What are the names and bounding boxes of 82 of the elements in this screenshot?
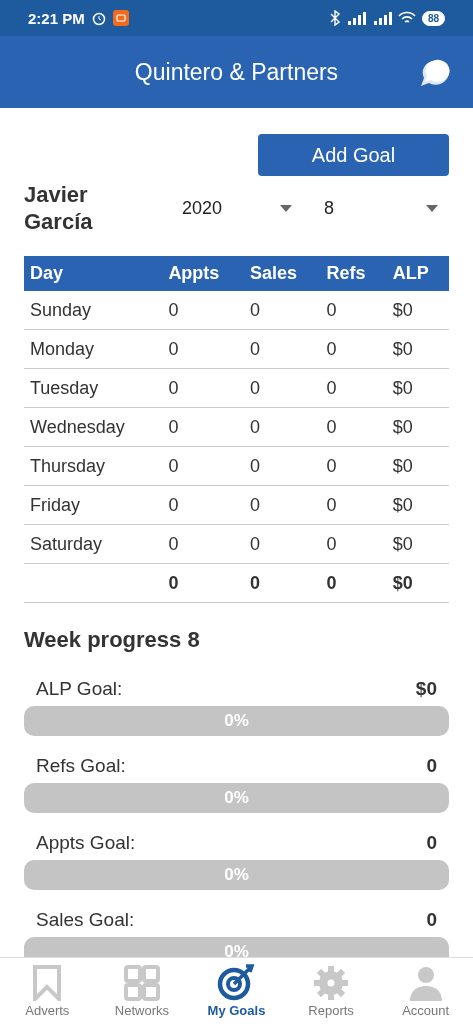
table-cell: $0	[386, 485, 449, 525]
week-select[interactable]: 8	[306, 197, 438, 219]
total-cell: 0	[244, 563, 321, 603]
signal-icon	[371, 11, 392, 25]
goal-value: 0	[426, 909, 437, 931]
column-header: ALP	[386, 256, 449, 291]
table-cell: 0	[320, 329, 387, 369]
table-cell: 0	[162, 329, 245, 369]
table-cell: 0	[244, 368, 321, 408]
gear-icon	[313, 965, 350, 1001]
table-cell: Thursday	[24, 446, 163, 486]
dropdown-caret-icon	[426, 204, 438, 212]
total-cell: $0	[386, 563, 449, 603]
table-cell: 0	[320, 407, 387, 447]
grid-icon	[123, 965, 160, 1001]
table-cell: 0	[244, 291, 321, 330]
table-cell: Monday	[24, 329, 163, 369]
wifi-icon	[397, 11, 416, 25]
table-cell: Wednesday	[24, 407, 163, 447]
goal-value: $0	[415, 678, 437, 700]
bluetooth-icon	[329, 10, 340, 26]
table-cell: 0	[162, 407, 245, 447]
total-cell: 0	[320, 563, 387, 603]
table-cell: 0	[320, 446, 387, 486]
goal-value: 0	[426, 755, 437, 777]
table-cell: 0	[244, 329, 321, 369]
table-cell: 0	[162, 291, 245, 330]
column-header: Appts	[162, 256, 245, 291]
table-cell: 0	[162, 446, 245, 486]
nav-tab[interactable]: Reports	[283, 958, 379, 1024]
table-cell: 0	[244, 407, 321, 447]
table-cell: 0	[244, 485, 321, 525]
table-cell: $0	[386, 446, 449, 486]
column-header: Sales	[244, 256, 321, 291]
table-cell: 0	[320, 485, 387, 525]
bookmark-icon	[32, 965, 63, 1001]
table-cell: Tuesday	[24, 368, 163, 408]
table-cell: $0	[386, 291, 449, 330]
target-icon	[217, 963, 256, 1001]
goal-value: 0	[426, 832, 437, 854]
progress-percent: 0%	[224, 788, 249, 808]
table-cell: 0	[320, 524, 387, 564]
dropdown-caret-icon	[280, 204, 292, 212]
person-icon	[408, 965, 443, 1001]
status-time: 2:21 PM	[28, 9, 85, 27]
table-cell: 0	[320, 291, 387, 330]
nav-tab[interactable]: My Goals	[189, 958, 284, 1024]
signal-icon	[345, 11, 366, 25]
nav-tab[interactable]: Networks	[94, 958, 190, 1024]
table-cell: 0	[162, 485, 245, 525]
table-cell: Sunday	[24, 291, 163, 330]
table-cell: Saturday	[24, 524, 163, 564]
table-cell: 0	[162, 524, 245, 564]
nav-tab[interactable]: Account	[378, 958, 473, 1024]
section-title: Week progress 8	[24, 627, 201, 653]
progress-percent: 0%	[224, 865, 249, 885]
add-goal-button[interactable]: Add Goal	[258, 134, 449, 176]
table-cell: Friday	[24, 485, 163, 525]
table-cell: 0	[244, 524, 321, 564]
column-header: Refs	[320, 256, 387, 291]
app-notification-icon	[112, 10, 129, 26]
goal-label: Refs Goal:	[36, 755, 126, 777]
app-title: Quintero & Partners	[134, 58, 339, 86]
battery-indicator: 88	[421, 10, 445, 26]
goal-label: ALP Goal:	[36, 678, 123, 700]
year-select[interactable]: 2020	[164, 197, 292, 219]
table-cell: $0	[386, 368, 449, 408]
alarm-icon	[90, 10, 107, 26]
table-cell: 0	[244, 446, 321, 486]
goal-label: Sales Goal:	[36, 909, 135, 931]
progress-percent: 0%	[224, 711, 249, 731]
table-cell: $0	[386, 329, 449, 369]
column-header: Day	[24, 256, 163, 291]
table-cell: 0	[162, 368, 245, 408]
total-cell: 0	[162, 563, 245, 603]
table-cell: $0	[386, 524, 449, 564]
goal-label: Appts Goal:	[36, 832, 136, 854]
table-cell: $0	[386, 407, 449, 447]
agent-name: Javier García	[24, 181, 94, 235]
table-cell: 0	[320, 368, 387, 408]
nav-tab[interactable]: Adverts	[0, 958, 95, 1024]
progress-percent: 0%	[224, 942, 249, 957]
